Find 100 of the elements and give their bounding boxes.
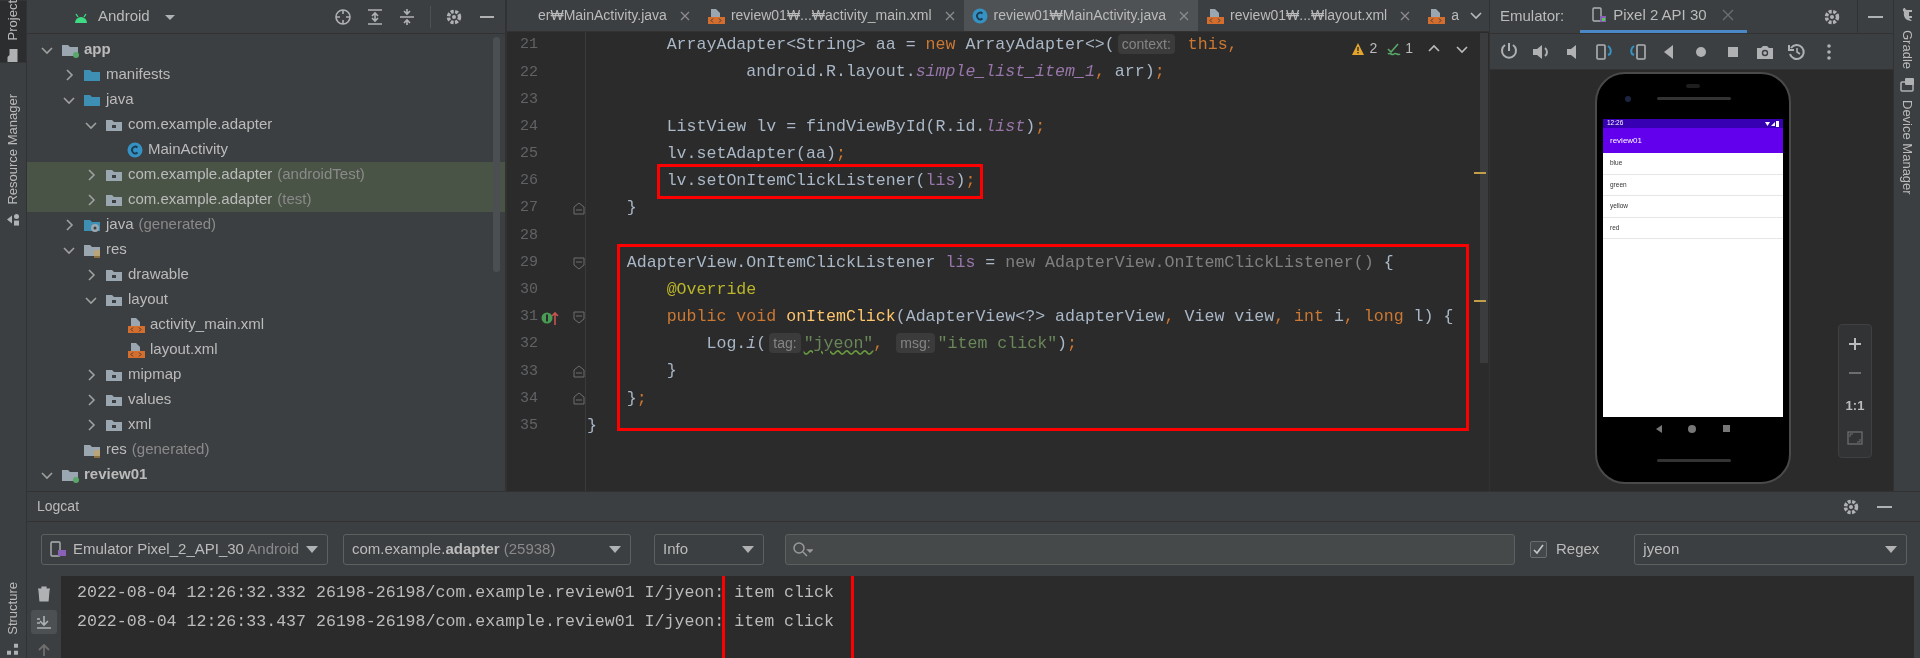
code-line: AdapterView.OnItemClickListener lis = new AdapterView.OnItemClickListener() { bbox=[625, 251, 1394, 274]
process-name: com.example.adapter (25938) bbox=[352, 538, 557, 559]
tool-window-tab[interactable]: Gradle bbox=[1894, 8, 1920, 70]
tree-item[interactable]: activity_main.xml bbox=[27, 312, 505, 337]
check-icon[interactable] bbox=[1387, 41, 1402, 56]
settings-icon[interactable] bbox=[445, 7, 463, 26]
tree-item[interactable]: layout bbox=[27, 287, 505, 312]
tree-item[interactable]: drawable bbox=[27, 262, 505, 287]
weak-warning-count[interactable]: 1 bbox=[1405, 38, 1413, 59]
tree-item[interactable]: res bbox=[27, 237, 505, 262]
fold-icon[interactable] bbox=[573, 202, 585, 216]
structure-icon bbox=[6, 643, 20, 656]
code-line: } bbox=[625, 197, 637, 220]
close-icon[interactable] bbox=[1399, 9, 1412, 22]
target-icon[interactable] bbox=[334, 7, 352, 26]
fold-icon[interactable] bbox=[573, 310, 585, 324]
collapse-all-icon[interactable] bbox=[398, 7, 416, 26]
scrollbar-thumb[interactable] bbox=[1480, 33, 1488, 363]
rotate-icon[interactable] bbox=[1627, 41, 1647, 62]
tool-window-tab[interactable]: Device Manager bbox=[1894, 77, 1920, 195]
tree-item[interactable]: mipmap bbox=[27, 362, 505, 387]
code-line: @Override bbox=[665, 278, 757, 301]
folder-icon bbox=[6, 47, 20, 63]
zoom-in-icon[interactable] bbox=[1848, 336, 1862, 351]
tree-item[interactable]: com.example.adapter (androidTest) bbox=[27, 162, 505, 187]
tree-item[interactable]: MainActivity bbox=[27, 137, 505, 162]
up-arrow-icon[interactable] bbox=[36, 642, 52, 658]
log-message: item click bbox=[734, 582, 834, 605]
status-icons bbox=[1765, 120, 1779, 127]
tree-item[interactable]: com.example.adapter (test) bbox=[27, 187, 505, 212]
line-number: 22 bbox=[519, 62, 538, 83]
tree-item[interactable]: app bbox=[27, 37, 505, 62]
fold-icon[interactable] bbox=[573, 365, 585, 379]
log-header: 2022-08-04 12:26:32.332 26198-26198/com.example.review01 I/jyeon: bbox=[77, 582, 725, 605]
class-icon bbox=[971, 7, 988, 24]
regex-checkbox[interactable]: Regex bbox=[1530, 537, 1600, 561]
history-icon[interactable] bbox=[1787, 41, 1807, 62]
line-number: 35 bbox=[519, 415, 538, 436]
code-line: } bbox=[665, 360, 677, 383]
tree-item[interactable]: layout.xml bbox=[27, 337, 505, 362]
xml-file-icon bbox=[1427, 7, 1446, 24]
fold-icon[interactable] bbox=[573, 392, 585, 406]
close-icon[interactable] bbox=[678, 9, 691, 22]
devices-icon bbox=[1899, 77, 1915, 93]
close-icon[interactable] bbox=[943, 9, 956, 22]
tree-item[interactable]: xml bbox=[27, 412, 505, 437]
device-dropdown[interactable]: Emulator Pixel_2_API_30 Android bbox=[41, 533, 328, 565]
view-dropdown[interactable]: Android bbox=[98, 5, 176, 28]
caret-icon bbox=[1884, 544, 1898, 554]
scroll-to-end-button[interactable] bbox=[31, 610, 57, 634]
app-title: review01 bbox=[1610, 134, 1642, 147]
editor-tab[interactable]: review01₩MainActivity.java bbox=[963, 0, 1199, 31]
device-icon bbox=[1592, 7, 1608, 23]
overview-icon[interactable] bbox=[1721, 424, 1731, 433]
filter-dropdown[interactable]: jyeon bbox=[1634, 533, 1907, 565]
tool-window-tab[interactable]: Resource Manager bbox=[0, 94, 26, 228]
search-field[interactable] bbox=[785, 533, 1515, 565]
fold-icon[interactable] bbox=[573, 256, 585, 270]
line-number: 29 bbox=[519, 252, 538, 273]
warning-icon[interactable] bbox=[1351, 41, 1366, 56]
line-number: 31 bbox=[519, 307, 538, 328]
log-header: 2022-08-04 12:26:33.437 26198-26198/com.example.review01 I/jyeon: bbox=[77, 611, 725, 634]
power-icon[interactable] bbox=[1499, 41, 1519, 62]
tree-item[interactable]: res (generated) bbox=[27, 437, 505, 462]
trash-icon[interactable] bbox=[36, 585, 52, 602]
xml-file-icon bbox=[1206, 7, 1225, 24]
line-number: 26 bbox=[519, 171, 538, 192]
tool-window-tab[interactable]: Structure bbox=[0, 582, 26, 656]
tree-item[interactable]: com.example.adapter bbox=[27, 112, 505, 137]
code-line: android.R.layout.simple_list_item_1, arr); bbox=[745, 61, 1165, 84]
tree-item[interactable]: review01 bbox=[27, 462, 505, 487]
home-icon[interactable] bbox=[1687, 424, 1698, 434]
tree-item[interactable]: values bbox=[27, 387, 505, 412]
caret-icon bbox=[741, 544, 755, 554]
actual-size-button[interactable]: 1:1 bbox=[1845, 396, 1865, 416]
warning-count[interactable]: 2 bbox=[1369, 38, 1378, 59]
expand-all-icon[interactable] bbox=[366, 7, 384, 26]
code-line: }; bbox=[625, 387, 647, 410]
tool-window-tab[interactable]: Project bbox=[0, 0, 26, 63]
process-dropdown[interactable]: com.example.adapter (25938) bbox=[343, 533, 631, 565]
tree-item[interactable]: java bbox=[27, 87, 505, 112]
settings-icon[interactable] bbox=[1842, 497, 1860, 516]
settings-icon[interactable] bbox=[1823, 7, 1841, 26]
device-icon bbox=[50, 541, 67, 557]
xml-file-icon bbox=[127, 341, 145, 358]
line-number: 27 bbox=[519, 198, 538, 219]
code-line: } bbox=[587, 414, 597, 437]
tree-item[interactable]: java (generated) bbox=[27, 212, 505, 237]
close-icon[interactable] bbox=[1720, 8, 1735, 22]
line-number: 33 bbox=[519, 361, 538, 382]
line-number: 30 bbox=[519, 280, 538, 301]
rotate-icon[interactable] bbox=[1595, 41, 1615, 62]
caret-icon bbox=[163, 12, 176, 21]
override-marker-icon[interactable] bbox=[541, 309, 559, 326]
back-icon[interactable] bbox=[1655, 424, 1664, 434]
code-line: public void onItemClick(AdapterView<?> adapterView, View view, int i, long l) { bbox=[665, 306, 1454, 328]
line-number: 24 bbox=[519, 116, 538, 137]
tree-item[interactable]: manifests bbox=[27, 62, 505, 87]
close-icon[interactable] bbox=[1178, 9, 1191, 22]
level-dropdown[interactable]: Info bbox=[654, 533, 764, 565]
